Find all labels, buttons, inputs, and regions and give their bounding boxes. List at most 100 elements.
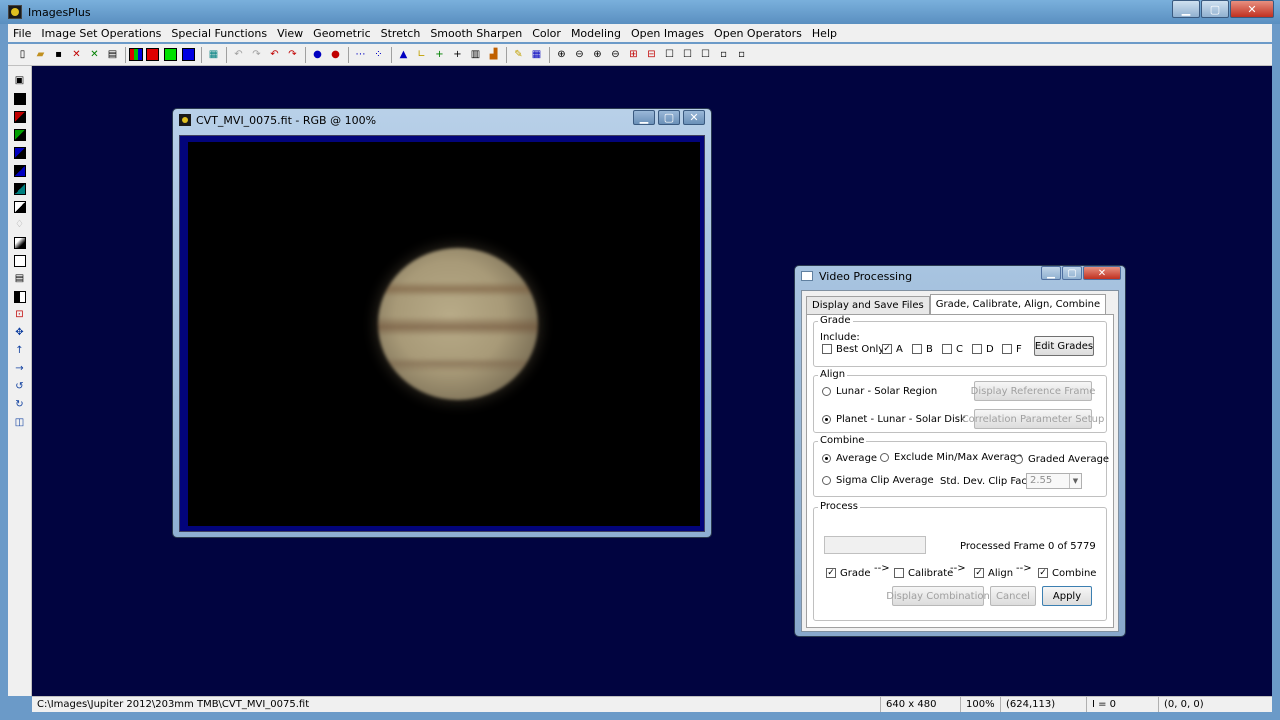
tab-grade-calibrate-align-combine[interactable]: Grade, Calibrate, Align, Combine — [929, 294, 1107, 314]
menu-view[interactable]: View — [272, 27, 308, 40]
grade-step-checkbox[interactable]: ✓ — [826, 568, 836, 578]
blue-channel-icon[interactable] — [180, 46, 197, 63]
arrow-right-icon[interactable]: → — [11, 360, 28, 377]
sigma-clip-radio[interactable] — [822, 476, 831, 485]
table-icon[interactable]: ▦ — [528, 46, 545, 63]
close-all-icon[interactable]: ✕ — [86, 46, 103, 63]
dialog-titlebar[interactable]: Video Processing ▁ ▢ ✕ — [795, 266, 1125, 286]
close-image-icon[interactable]: ✕ — [68, 46, 85, 63]
correlation-parameter-setup-button[interactable]: Correlation Parameter Setup — [962, 409, 1104, 429]
menu-help[interactable]: Help — [807, 27, 842, 40]
grid-icon[interactable]: ▦ — [205, 46, 222, 63]
close-button[interactable]: ✕ — [1230, 0, 1274, 18]
redo-icon[interactable]: ↷ — [248, 46, 265, 63]
frame-smaller-icon[interactable]: ▫ — [715, 46, 732, 63]
combine-step-checkbox[interactable]: ✓ — [1038, 568, 1048, 578]
half-black-icon[interactable] — [11, 288, 28, 305]
zoom-in-icon[interactable]: ⊕ — [553, 46, 570, 63]
blue-black-icon[interactable] — [11, 162, 28, 179]
minimize-button[interactable]: ▁ — [633, 110, 655, 125]
minimize-button[interactable]: ▁ — [1041, 266, 1061, 280]
grade-b-checkbox[interactable] — [912, 344, 922, 354]
maximize-button[interactable]: ▢ — [658, 110, 680, 125]
grade-c-checkbox[interactable] — [942, 344, 952, 354]
open-folder-icon[interactable]: ▰ — [32, 46, 49, 63]
frame-smallest-icon[interactable]: ▫ — [733, 46, 750, 63]
add-red-icon[interactable]: ⊞ — [625, 46, 642, 63]
display-combination-button[interactable]: Display Combination — [886, 586, 990, 606]
subtract-red-icon[interactable]: ⊟ — [643, 46, 660, 63]
rotate-left-icon[interactable]: ↺ — [11, 378, 28, 395]
image-canvas[interactable] — [188, 142, 700, 526]
red-channel-icon[interactable] — [144, 46, 161, 63]
cancel-button[interactable]: Cancel — [990, 586, 1036, 606]
maximize-button[interactable]: ▢ — [1062, 266, 1082, 280]
zoom-actual-icon[interactable]: ⊖ — [607, 46, 624, 63]
close-button[interactable]: ✕ — [683, 110, 705, 125]
print-icon[interactable]: ▤ — [104, 46, 121, 63]
move-icon[interactable]: ✥ — [11, 324, 28, 341]
menu-open-images[interactable]: Open Images — [626, 27, 709, 40]
graded-average-radio[interactable] — [1014, 455, 1023, 464]
rotate-right-icon[interactable]: ↻ — [11, 396, 28, 413]
frame-medium-icon[interactable]: ☐ — [679, 46, 696, 63]
target-icon[interactable] — [11, 252, 28, 269]
blue-black-icon[interactable] — [11, 144, 28, 161]
save-icon[interactable]: ▣ — [11, 72, 28, 89]
lasso-icon[interactable]: ♢ — [11, 216, 28, 233]
zoom-fit-icon[interactable]: ⊕ — [589, 46, 606, 63]
gradient-icon[interactable] — [11, 234, 28, 251]
menu-smooth-sharpen[interactable]: Smooth Sharpen — [425, 27, 527, 40]
curve-icon[interactable]: ∟ — [413, 46, 430, 63]
lunar-solar-region-radio[interactable] — [822, 387, 831, 396]
menu-open-operators[interactable]: Open Operators — [709, 27, 807, 40]
chart-icon[interactable]: ▟ — [485, 46, 502, 63]
apply-button[interactable]: Apply — [1042, 586, 1092, 606]
grade-f-checkbox[interactable] — [1002, 344, 1012, 354]
dots-tree-icon[interactable]: ⁘ — [370, 46, 387, 63]
menu-geometric[interactable]: Geometric — [308, 27, 375, 40]
calculator-icon[interactable]: ▥ — [467, 46, 484, 63]
image-window-titlebar[interactable]: CVT_MVI_0075.fit - RGB @ 100% ▁ ▢ ✕ — [173, 109, 711, 131]
grade-d-checkbox[interactable] — [972, 344, 982, 354]
menu-stretch[interactable]: Stretch — [376, 27, 426, 40]
menu-special-functions[interactable]: Special Functions — [166, 27, 272, 40]
black-square-icon[interactable] — [11, 90, 28, 107]
crosshair-icon[interactable]: + — [431, 46, 448, 63]
display-reference-frame-button[interactable]: Display Reference Frame — [971, 381, 1095, 401]
average-radio[interactable] — [822, 454, 831, 463]
menu-color[interactable]: Color — [527, 27, 566, 40]
histogram-icon[interactable]: ▲ — [395, 46, 412, 63]
zoom-out-icon[interactable]: ⊖ — [571, 46, 588, 63]
pencil-icon[interactable]: ✎ — [510, 46, 527, 63]
green-channel-icon[interactable] — [162, 46, 179, 63]
dots-line-icon[interactable]: ⋯ — [352, 46, 369, 63]
point-blue-icon[interactable]: ● — [309, 46, 326, 63]
crosshair-black-icon[interactable]: + — [449, 46, 466, 63]
close-button[interactable]: ✕ — [1083, 266, 1121, 280]
planet-lunar-solar-disk-radio[interactable] — [822, 415, 831, 424]
grade-a-checkbox[interactable]: ✓ — [882, 344, 892, 354]
undo-icon[interactable]: ↶ — [230, 46, 247, 63]
best-only-checkbox[interactable] — [822, 344, 832, 354]
bars-icon[interactable]: ▤ — [11, 270, 28, 287]
menu-modeling[interactable]: Modeling — [566, 27, 626, 40]
menu-image-set-operations[interactable]: Image Set Operations — [36, 27, 166, 40]
align-step-checkbox[interactable]: ✓ — [974, 568, 984, 578]
tab-display-and-save-files[interactable]: Display and Save Files — [806, 296, 930, 314]
minimize-button[interactable]: ▁ — [1172, 0, 1200, 18]
rgb-channels-icon[interactable] — [129, 48, 143, 61]
redo-all-icon[interactable]: ↷ — [284, 46, 301, 63]
frame-large-icon[interactable]: ☐ — [661, 46, 678, 63]
teal-black-icon[interactable] — [11, 180, 28, 197]
white-black-icon[interactable] — [11, 198, 28, 215]
save-icon[interactable]: ▪ — [50, 46, 67, 63]
frame-small-icon[interactable]: ☐ — [697, 46, 714, 63]
mirror-icon[interactable]: ◫ — [11, 414, 28, 431]
edit-grades-button[interactable]: Edit Grades — [1034, 336, 1094, 356]
point-red-icon[interactable]: ● — [327, 46, 344, 63]
maximize-button[interactable]: ▢ — [1201, 0, 1229, 18]
exclude-minmax-radio[interactable] — [880, 453, 889, 462]
red-black-icon[interactable] — [11, 108, 28, 125]
select-icon[interactable]: ⊡ — [11, 306, 28, 323]
